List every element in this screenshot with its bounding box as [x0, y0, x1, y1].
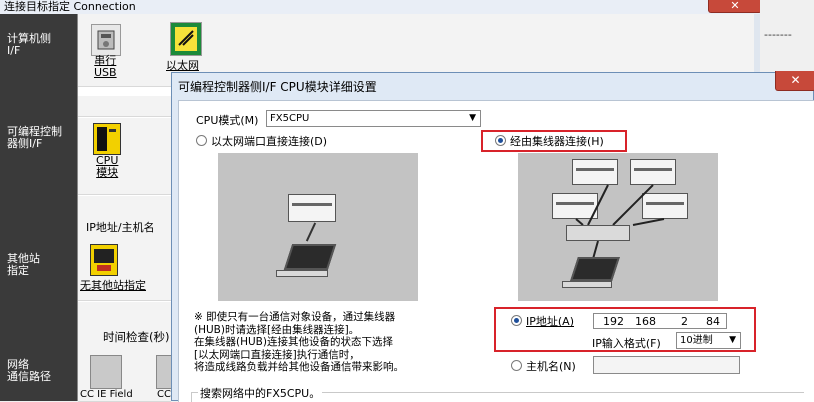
radio-ip-address[interactable]	[511, 315, 522, 326]
laptop-icon	[570, 257, 620, 281]
sidebar	[0, 14, 77, 401]
ip-octet-3[interactable]: 2	[658, 315, 688, 328]
row-spacer	[78, 96, 171, 117]
sidebar-label-other-station: 其他站 指定	[7, 252, 40, 277]
radio-direct-label[interactable]: 以太网端口直接连接(D)	[211, 133, 327, 149]
cpu-mode-select[interactable]: FX5CPU ▼	[266, 110, 481, 127]
laptop-icon	[283, 244, 337, 270]
sidebar-label-network-route: 网络 通信路径	[7, 358, 51, 383]
sidebar-label-pc-side: 计算机侧 I/F	[7, 32, 51, 57]
chevron-down-icon: ▼	[729, 335, 736, 345]
radio-direct-connection[interactable]	[196, 135, 207, 146]
cpu-mode-value: FX5CPU	[270, 113, 310, 124]
connection-note: ※ 即使只有一台通信对象设备，通过集线器 (HUB)时请选择[经由集线器连接]。…	[194, 311, 404, 373]
cpu-module-label[interactable]: CPU 模块	[96, 155, 118, 179]
cpu-module-icon[interactable]	[93, 123, 121, 155]
dialog-title: 可编程控制器侧I/F CPU模块详细设置	[178, 80, 377, 94]
hostname-input[interactable]	[593, 356, 740, 374]
ip-address-input[interactable]: 192 168 2 84	[593, 313, 727, 329]
back-window-dash-text: -------	[764, 28, 792, 41]
no-other-station-label[interactable]: 无其他站指定	[80, 277, 146, 293]
back-window-right-area	[760, 0, 814, 52]
ethernet-icon[interactable]	[170, 22, 202, 56]
cc-network-icon[interactable]	[156, 355, 172, 389]
hub-connection-illustration	[518, 153, 718, 301]
dialog-close-button[interactable]: ✕	[775, 71, 814, 91]
cpu-mode-label: CPU模式(M)	[196, 114, 259, 127]
radio-hub-connection[interactable]	[495, 135, 506, 146]
back-window-title: 连接目标指定 Connection	[0, 0, 814, 14]
ip-format-value: 10进制	[680, 335, 713, 346]
ip-octet-2[interactable]: 168	[626, 315, 656, 328]
radio-hostname[interactable]	[511, 360, 522, 371]
time-check-label: 时间检查(秒)	[103, 330, 170, 344]
direct-connection-illustration	[218, 153, 418, 301]
cable-line	[305, 222, 317, 242]
hostname-label[interactable]: 主机名(N)	[526, 358, 576, 374]
no-other-station-icon[interactable]	[90, 244, 118, 276]
back-window-close-button[interactable]: ✕	[708, 0, 762, 13]
laptop-base	[562, 281, 612, 288]
plc-side-row	[78, 118, 171, 195]
ip-octet-1[interactable]: 192	[594, 315, 624, 328]
radio-hub-label[interactable]: 经由集线器连接(H)	[510, 133, 604, 149]
hub-icon	[566, 225, 630, 241]
ip-host-label: IP地址/主机名	[86, 221, 155, 234]
sidebar-label-plc-side: 可编程控制 器侧I/F	[7, 125, 62, 150]
ip-address-label[interactable]: IP地址(A)	[526, 313, 574, 329]
serial-usb-label[interactable]: 串行 USB	[94, 55, 117, 79]
chevron-down-icon: ▼	[469, 113, 476, 123]
ip-format-label: IP输入格式(F)	[592, 337, 661, 350]
serial-usb-icon[interactable]	[91, 24, 121, 56]
cc-ie-field-label[interactable]: CC IE Field	[80, 389, 133, 400]
ip-octet-4[interactable]: 84	[690, 315, 720, 328]
ethernet-label[interactable]: 以太网	[166, 57, 199, 73]
search-group-label: 搜索网络中的FX5CPU。	[198, 385, 323, 401]
cc-label[interactable]: CC	[157, 389, 171, 400]
cc-ie-field-icon[interactable]	[90, 355, 122, 389]
laptop-base	[276, 270, 328, 277]
plc-icon	[288, 194, 336, 222]
ip-format-select[interactable]: 10进制 ▼	[676, 332, 741, 349]
